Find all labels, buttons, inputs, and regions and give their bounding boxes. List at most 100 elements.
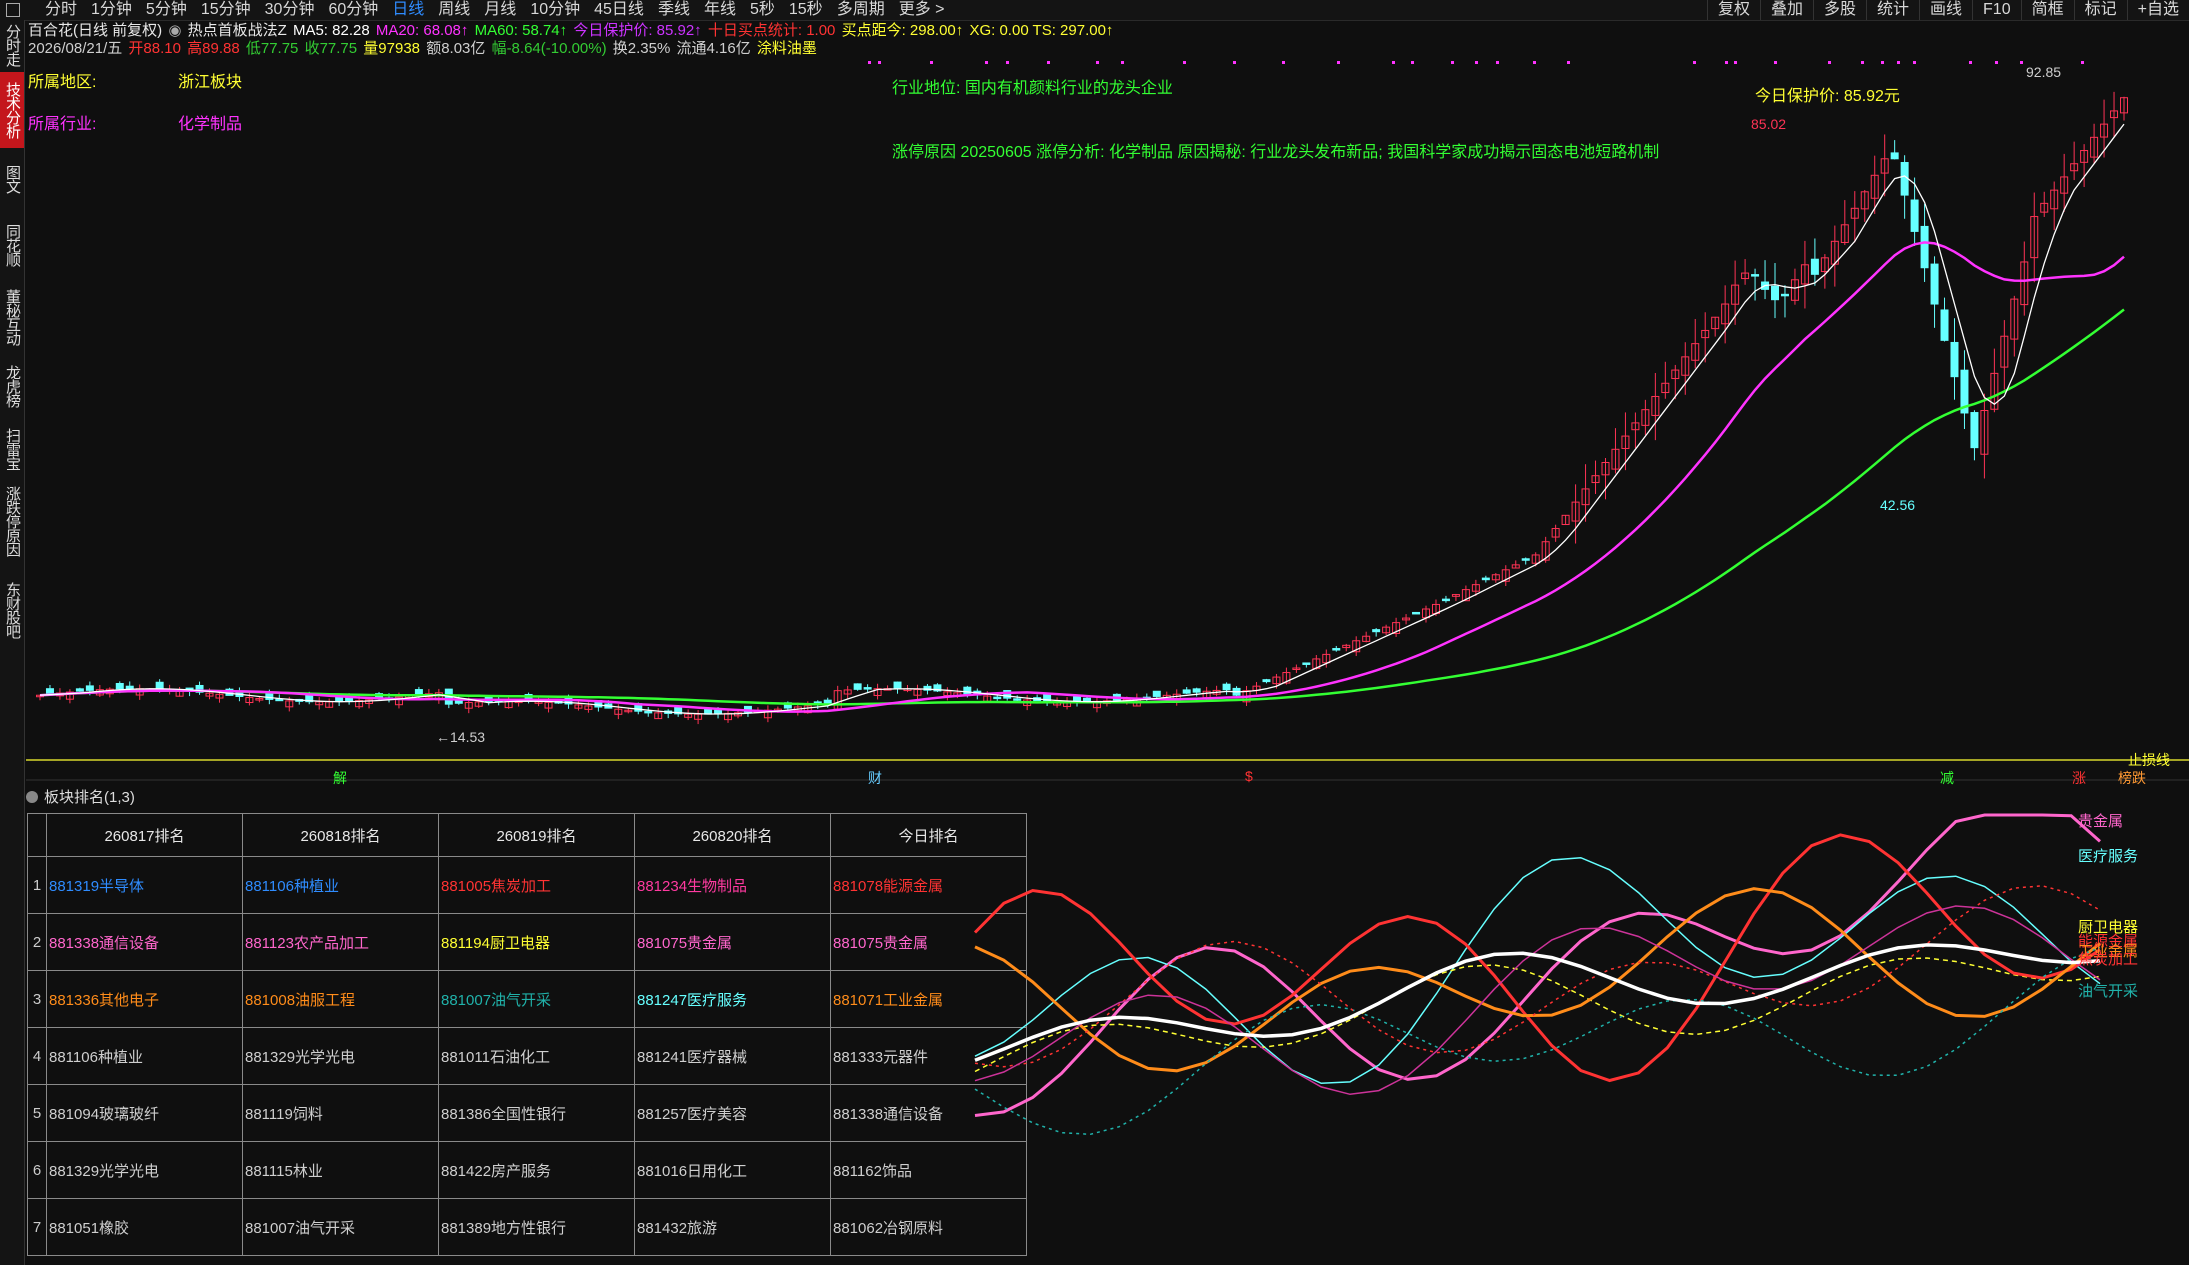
index-header xyxy=(27,813,47,857)
sector-cell[interactable]: 881106种植业 xyxy=(46,1027,243,1085)
sector-cell[interactable]: 881005焦炭加工 xyxy=(438,856,635,914)
candle-body-83 xyxy=(863,687,872,690)
signal-dot-3 xyxy=(985,61,988,64)
sector-line-4 xyxy=(974,887,2101,1073)
event-marker-2[interactable]: $ xyxy=(1245,768,1253,784)
candle-body-191 xyxy=(1940,309,1949,341)
candle-body-68 xyxy=(714,709,723,715)
sector-line-2 xyxy=(974,957,2101,1073)
signal-dot-19 xyxy=(1693,61,1696,64)
ranking-row: 2 881338通信设备 881123农产品加工 881194厨卫电器 881075贵金… xyxy=(27,913,1027,971)
signal-dot-2 xyxy=(930,61,933,64)
sector-cell[interactable]: 881432旅游 xyxy=(634,1198,831,1256)
high-price-label: 92.85 xyxy=(2026,64,2062,80)
signal-dot-25 xyxy=(1881,61,1884,64)
ranking-row: 3 881336其他电子 881008油服工程 881007油气开采 881247医疗服… xyxy=(27,970,1027,1028)
candle-body-4 xyxy=(75,688,84,692)
prior-high-label: 85.02 xyxy=(1751,116,1787,132)
sector-cell[interactable]: 881319半导体 xyxy=(46,856,243,914)
candle-body-82 xyxy=(853,683,862,690)
sector-cell[interactable]: 881071工业金属 xyxy=(830,970,1027,1028)
candle-body-188 xyxy=(1910,199,1919,232)
sector-cell[interactable]: 881333元器件 xyxy=(830,1027,1027,1085)
collapse-icon[interactable] xyxy=(26,791,38,803)
signal-dot-0 xyxy=(868,61,871,64)
legend-item-1: 医疗服务 xyxy=(2078,848,2139,865)
ranking-col-header-3[interactable]: 260820排名 xyxy=(634,813,831,857)
event-marker-5[interactable]: 榜跌 xyxy=(2118,768,2146,788)
event-marker-1[interactable]: 财 xyxy=(868,768,882,788)
signal-dot-23 xyxy=(1828,61,1831,64)
ranking-row: 4 881106种植业 881329光学光电 881011石油化工 881241医疗器械… xyxy=(27,1027,1027,1085)
sector-cell[interactable]: 881008油服工程 xyxy=(242,970,439,1028)
kline-chart[interactable] xyxy=(0,0,2189,790)
ranking-header[interactable]: 板块排名(1,3) xyxy=(26,788,135,808)
candle-body-172 xyxy=(1751,274,1760,277)
row-index: 1 xyxy=(27,856,47,914)
event-marker-0[interactable]: 解 xyxy=(333,768,347,788)
sector-cell[interactable]: 881329光学光电 xyxy=(242,1027,439,1085)
candle-body-96 xyxy=(993,696,1002,700)
sector-cell[interactable]: 881338通信设备 xyxy=(830,1084,1027,1142)
candle-body-24 xyxy=(275,698,284,702)
sector-cell[interactable]: 881422房产服务 xyxy=(438,1141,635,1199)
sector-cell[interactable]: 881194厨卫电器 xyxy=(438,913,635,971)
ranking-header-row: 260817排名 260818排名 260819排名 260820排名 今日排名 xyxy=(27,813,1027,857)
sector-cell[interactable]: 881075贵金属 xyxy=(830,913,1027,971)
candle-body-116 xyxy=(1192,688,1201,693)
sector-cell[interactable]: 881062冶钢原料 xyxy=(830,1198,1027,1256)
candles xyxy=(36,91,2128,725)
signal-dot-21 xyxy=(1734,61,1737,64)
ranking-col-header-2[interactable]: 260819排名 xyxy=(438,813,635,857)
sector-cell[interactable]: 881389地方性银行 xyxy=(438,1198,635,1256)
sector-cell[interactable]: 881247医疗服务 xyxy=(634,970,831,1028)
signal-dot-7 xyxy=(1121,61,1124,64)
ranking-col-header-4[interactable]: 今日排名 xyxy=(830,813,1027,857)
legend-item-0: 贵金属 xyxy=(2078,813,2124,830)
sector-cell[interactable]: 881051橡胶 xyxy=(46,1198,243,1256)
ma5-line xyxy=(39,123,2125,715)
signal-dot-17 xyxy=(1533,61,1536,64)
ranking-col-header-1[interactable]: 260818排名 xyxy=(242,813,439,857)
candle-body-145 xyxy=(1481,577,1490,581)
sector-cell[interactable]: 881075贵金属 xyxy=(634,913,831,971)
sector-cell[interactable]: 881338通信设备 xyxy=(46,913,243,971)
sector-cell[interactable]: 881078能源金属 xyxy=(830,856,1027,914)
signal-dot-22 xyxy=(1774,61,1777,64)
candle-body-61 xyxy=(644,710,653,714)
event-marker-3[interactable]: 减 xyxy=(1940,768,1954,788)
signal-dot-29 xyxy=(1995,61,1998,64)
signal-dot-5 xyxy=(1047,61,1050,64)
sector-cell[interactable]: 881115林业 xyxy=(242,1141,439,1199)
sector-cell[interactable]: 881234生物制品 xyxy=(634,856,831,914)
sector-cell[interactable]: 881106种植业 xyxy=(242,856,439,914)
candle-body-8 xyxy=(115,682,124,690)
sector-line-3 xyxy=(973,833,2101,1083)
sector-cell[interactable]: 881007油气开采 xyxy=(242,1198,439,1256)
sector-cell[interactable]: 881257医疗美容 xyxy=(634,1084,831,1142)
sector-cell[interactable]: 881123农产品加工 xyxy=(242,913,439,971)
sector-cell[interactable]: 881007油气开采 xyxy=(438,970,635,1028)
sector-line-5 xyxy=(974,946,2101,1136)
industry-value: 化学制品 xyxy=(178,116,243,133)
industry-position: 行业地位: 国内有机颜料行业的龙头企业 xyxy=(892,80,1173,97)
sector-cell[interactable]: 881162饰品 xyxy=(830,1141,1027,1199)
row-index: 6 xyxy=(27,1141,47,1199)
event-marker-4[interactable]: 涨 xyxy=(2072,768,2086,788)
candle-body-115 xyxy=(1182,689,1191,694)
sector-cell[interactable]: 881336其他电子 xyxy=(46,970,243,1028)
sector-cell[interactable]: 881011石油化工 xyxy=(438,1027,635,1085)
sector-cell[interactable]: 881119饲料 xyxy=(242,1084,439,1142)
ranking-col-header-0[interactable]: 260817排名 xyxy=(46,813,243,857)
candle-body-93 xyxy=(963,686,972,695)
sector-cell[interactable]: 881094玻璃玻纤 xyxy=(46,1084,243,1142)
sector-cell[interactable]: 881241医疗器械 xyxy=(634,1027,831,1085)
low-price-label: 42.56 xyxy=(1880,497,1916,513)
sector-cell[interactable]: 881016日用化工 xyxy=(634,1141,831,1199)
row-index: 3 xyxy=(27,970,47,1028)
sector-cell[interactable]: 881386全国性银行 xyxy=(438,1084,635,1142)
ma60-line xyxy=(39,308,2125,706)
legend-item-6: 油气开采 xyxy=(2078,983,2139,1000)
signal-dot-8 xyxy=(1183,61,1186,64)
sector-cell[interactable]: 881329光学光电 xyxy=(46,1141,243,1199)
